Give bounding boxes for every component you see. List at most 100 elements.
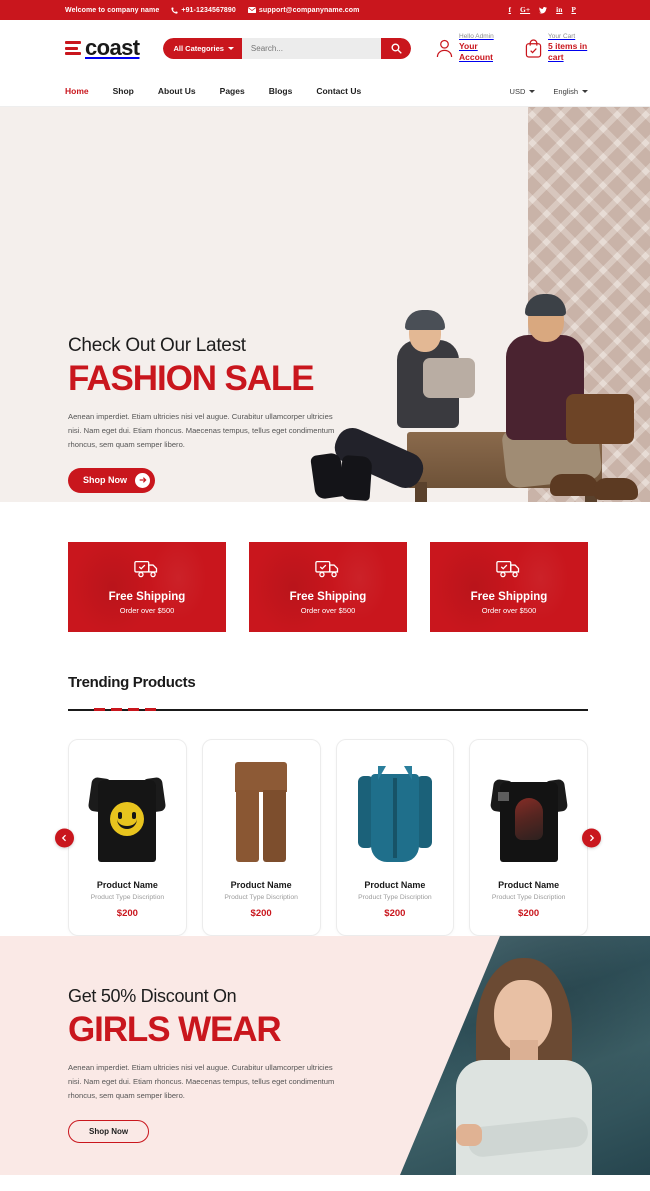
hero-subtitle: Check Out Our Latest <box>68 335 246 356</box>
language-selector[interactable]: English <box>553 87 588 96</box>
product-card[interactable]: Product Name Product Type Discription $2… <box>68 739 187 936</box>
currency-selector[interactable]: USD <box>510 87 536 96</box>
product-card[interactable]: Product Name Product Type Discription $2… <box>201 739 321 936</box>
shipping-card[interactable]: Free Shipping Order over $500 <box>430 542 588 632</box>
product-name: Product Name <box>364 880 426 890</box>
search-bar: All Categories <box>163 37 412 59</box>
topbar-contact-group: Welcome to company name +91-1234567890 s… <box>65 7 359 14</box>
search-button[interactable] <box>381 37 412 59</box>
shipping-banners-section: Free Shipping Order over $500 Free Shipp… <box>0 502 650 632</box>
product-price: $200 <box>250 908 272 919</box>
product-type: Product Type Discription <box>491 894 566 901</box>
account-link[interactable]: Hello Admin Your Account <box>436 33 499 62</box>
nav-item-blogs[interactable]: Blogs <box>269 86 293 96</box>
product-card[interactable]: Product Name Product Type Discription $2… <box>469 739 588 936</box>
man-shoe-left <box>550 474 598 496</box>
account-greeting: Hello Admin <box>459 33 494 41</box>
product-name: Product Name <box>96 880 158 890</box>
shipping-card-title: Free Shipping <box>470 591 548 603</box>
envelope-icon <box>247 7 256 13</box>
trending-products-section: Trending Products Product Name Product T… <box>0 632 650 936</box>
nav-item-contact-us[interactable]: Contact Us <box>316 86 361 96</box>
hero-shop-now-button[interactable]: Shop Now <box>68 467 155 493</box>
hero-shop-now-label: Shop Now <box>83 475 127 486</box>
shipping-card-title: Free Shipping <box>289 591 367 603</box>
delivery-truck-icon <box>496 559 522 583</box>
product-image <box>211 754 312 862</box>
delivery-truck-icon <box>134 559 160 583</box>
product-image <box>77 754 178 862</box>
delivery-truck-icon <box>315 559 341 583</box>
products-carousel: Product Name Product Type Discription $2… <box>55 739 601 936</box>
search-input[interactable] <box>241 37 382 59</box>
phone-contact[interactable]: +91-1234567890 <box>171 7 236 14</box>
category-dropdown-label: All Categories <box>173 43 224 53</box>
cart-title: Your Cart <box>548 33 576 41</box>
carousel-prev-button[interactable] <box>55 828 74 847</box>
man-beanie-shape <box>525 294 566 316</box>
account-label: Your Account <box>459 41 493 63</box>
product-image <box>345 754 446 862</box>
search-icon <box>391 42 402 54</box>
currency-selector-value: USD <box>509 86 526 96</box>
cart-count-label: 5 items in cart <box>548 41 588 63</box>
nav-selectors-group: USD English <box>510 87 588 96</box>
promo-woman-photo <box>400 936 650 1175</box>
category-dropdown[interactable]: All Categories <box>163 37 242 59</box>
promo-content: Get 50% Discount On GIRLS WEAR Aenean im… <box>68 986 358 1143</box>
facebook-icon[interactable]: f <box>509 6 512 14</box>
product-card[interactable]: Product Name Product Type Discription $2… <box>335 739 455 936</box>
promo-shop-now-button[interactable]: Shop Now <box>68 1119 150 1143</box>
woman-beanie-shape <box>405 310 445 330</box>
promo-title: GIRLS WEAR <box>68 1010 282 1049</box>
product-price: $200 <box>116 908 138 919</box>
cart-link[interactable]: Your Cart 5 items in cart <box>525 33 588 62</box>
product-name: Product Name <box>498 880 560 890</box>
nav-item-about-us[interactable]: About Us <box>158 86 196 96</box>
hero-content: Check Out Our Latest FASHION SALE Aenean… <box>68 335 358 493</box>
nav-item-shop[interactable]: Shop <box>113 86 134 96</box>
grey-handbag-shape <box>423 358 475 398</box>
shipping-card[interactable]: Free Shipping Order over $500 <box>249 542 407 632</box>
girls-wear-promo-section: Get 50% Discount On GIRLS WEAR Aenean im… <box>0 936 650 1175</box>
blue-dress-shirt-art <box>357 762 432 862</box>
arrow-right-icon <box>135 472 150 488</box>
logo-bars-icon <box>65 41 81 55</box>
top-announcement-bar: Welcome to company name +91-1234567890 s… <box>0 0 650 20</box>
man-shoe-right <box>594 478 638 500</box>
product-name: Product Name <box>230 880 292 890</box>
cart-text-group: Your Cart 5 items in cart <box>548 33 588 62</box>
brown-pants-art <box>235 762 288 862</box>
divider-red-dashes <box>94 708 162 711</box>
linkedin-icon[interactable]: in <box>556 6 562 14</box>
product-type: Product Type Discription <box>90 894 165 901</box>
nav-item-home[interactable]: Home <box>65 86 89 96</box>
shipping-card-subtitle: Order over $500 <box>481 606 537 615</box>
shipping-card[interactable]: Free Shipping Order over $500 <box>68 542 226 632</box>
main-navigation: Home Shop About Us Pages Blogs Contact U… <box>0 76 650 107</box>
promo-description: Aenean imperdiet. Etiam ultricies nisi v… <box>68 1062 335 1100</box>
account-text-group: Hello Admin Your Account <box>459 33 499 62</box>
chevron-right-icon <box>590 834 595 841</box>
email-contact[interactable]: support@companyname.com <box>247 7 360 14</box>
google-plus-icon[interactable]: G+ <box>520 6 530 14</box>
hero-title: FASHION SALE <box>68 359 315 398</box>
site-header: coast All Categories Hello Admin Your Ac… <box>0 20 650 76</box>
arrow-right-glyph <box>139 477 147 484</box>
phone-number-text: +91-1234567890 <box>181 6 236 14</box>
chevron-left-icon <box>61 834 66 841</box>
twitter-icon[interactable] <box>539 6 548 14</box>
shipping-banners-row: Free Shipping Order over $500 Free Shipp… <box>68 542 588 632</box>
site-logo[interactable]: coast <box>65 35 140 61</box>
product-image <box>478 754 579 862</box>
nav-links-group: Home Shop About Us Pages Blogs Contact U… <box>65 86 361 96</box>
user-icon <box>436 39 453 57</box>
woman-hand-shape <box>456 1124 482 1146</box>
carousel-next-button[interactable] <box>582 828 601 847</box>
product-price: $200 <box>518 908 540 919</box>
trending-products-title: Trending Products <box>68 674 196 691</box>
pinterest-icon[interactable]: P <box>571 6 576 14</box>
nav-item-pages[interactable]: Pages <box>220 86 245 96</box>
hero-description: Aenean imperdiet. Etiam ultricies nisi v… <box>68 411 335 449</box>
chevron-down-icon <box>227 46 234 50</box>
